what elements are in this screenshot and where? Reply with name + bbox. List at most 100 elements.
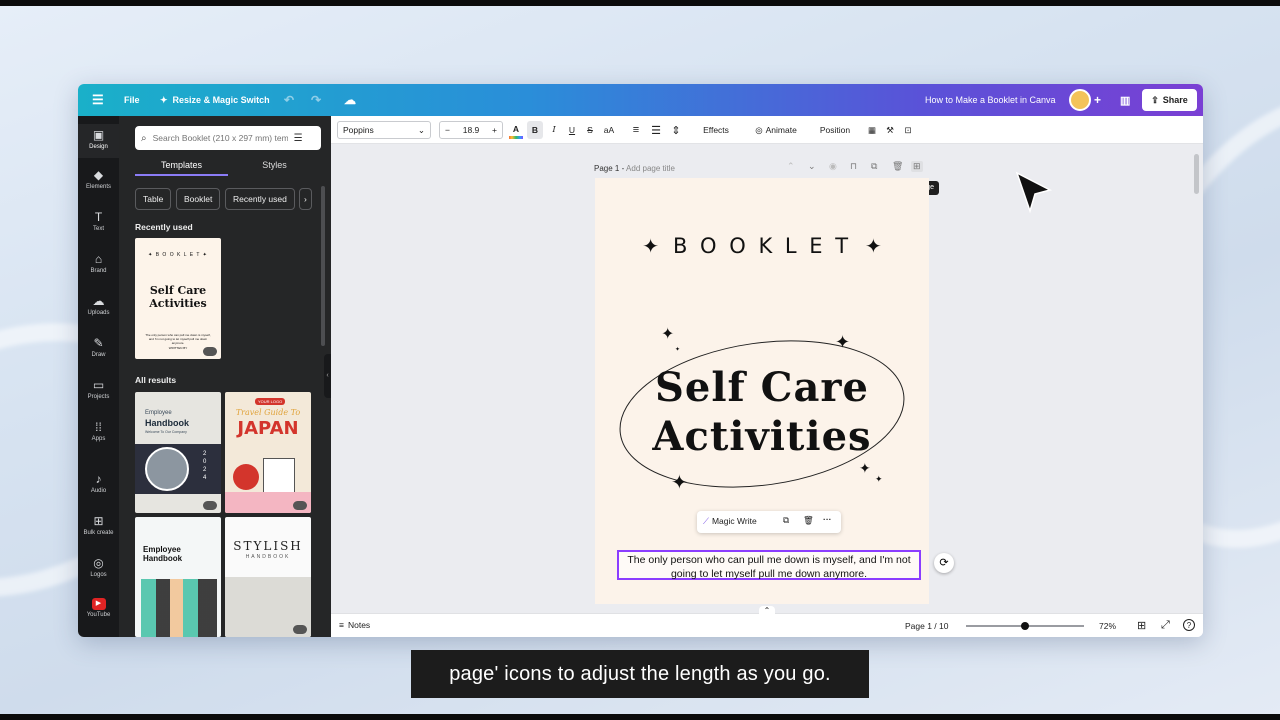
transparency-icon[interactable]: ▦ xyxy=(865,121,879,139)
list-icon[interactable]: ☰ xyxy=(649,121,663,139)
font-size-value[interactable]: 18.9 xyxy=(463,125,480,135)
template-stylish-handbook[interactable]: STYLISH HANDBOOK xyxy=(225,517,311,637)
template-employee-handbook-2[interactable]: Employee Handbook xyxy=(135,517,221,637)
rail-item-youtube[interactable]: ▶ YouTube xyxy=(78,598,119,618)
rail-item-bulk-create[interactable]: ⊞ Bulk create xyxy=(78,514,119,536)
delete-page-icon[interactable]: 🗑 xyxy=(892,161,903,172)
help-icon[interactable]: ? xyxy=(1183,619,1195,631)
italic-icon[interactable]: I xyxy=(547,121,561,139)
rail-item-draw[interactable]: ✎ Draw xyxy=(78,336,119,358)
t3-people xyxy=(141,579,217,637)
magic-write-button[interactable]: ⟋ Magic Write xyxy=(703,516,757,527)
rail-item-text[interactable]: T Text xyxy=(78,210,119,232)
strikethrough-icon[interactable]: S xyxy=(583,121,597,139)
rotate-handle-icon[interactable]: ⟳ xyxy=(934,553,954,573)
youtube-icon: ▶ xyxy=(91,598,106,610)
more-options-icon[interactable]: ··· xyxy=(823,514,832,524)
hide-page-icon[interactable]: ◉ xyxy=(829,161,837,172)
letter-case-icon[interactable]: aA xyxy=(601,121,617,139)
thumb-title-1: Self Care xyxy=(149,284,207,297)
rail-item-uploads[interactable]: ☁ Uploads xyxy=(78,294,119,316)
document-title[interactable]: How to Make a Booklet in Canva xyxy=(925,84,1056,116)
text-color-icon[interactable]: A xyxy=(509,121,523,139)
spacing-icon[interactable]: ⇕ xyxy=(669,121,683,139)
booklet-page[interactable]: ✦ B O O K L E T ✦ ✦ ✦ ✦ ✦ ✦ ✦ Self Care … xyxy=(595,178,929,604)
animate-button[interactable]: ◎ Animate xyxy=(749,121,803,139)
premium-crown-icon xyxy=(203,501,217,510)
share-button[interactable]: ⇪ Share xyxy=(1142,89,1197,111)
title-line-1[interactable]: Self Care xyxy=(595,364,929,411)
undo-icon[interactable]: ↶ xyxy=(284,84,294,116)
page-title-input[interactable]: Add page title xyxy=(626,164,675,173)
thumb-title-2: Activities xyxy=(149,297,207,310)
decrease-size-icon[interactable]: − xyxy=(445,125,450,135)
bold-icon[interactable]: B xyxy=(527,121,543,139)
delete-icon[interactable]: 🗑 xyxy=(803,515,814,526)
lock-icon[interactable]: ⊡ xyxy=(901,121,915,139)
rail-item-elements[interactable]: ◆ Elements xyxy=(78,168,119,190)
move-down-icon[interactable]: ⌄ xyxy=(808,161,816,172)
menu-icon[interactable]: ☰ xyxy=(92,84,104,116)
position-button[interactable]: Position xyxy=(813,121,857,139)
rail-label: Logos xyxy=(90,572,107,578)
rail-item-logos[interactable]: ◎ Logos xyxy=(78,556,119,578)
top-bar: ☰ File ✦ Resize & Magic Switch ↶ ↷ ☁ How… xyxy=(78,84,1203,116)
file-menu[interactable]: File xyxy=(124,84,140,116)
template-travel-japan[interactable]: YOUR LOGO Travel Guide To JAPAN xyxy=(225,392,311,513)
tab-styles[interactable]: Styles xyxy=(228,156,321,176)
expand-pages-icon[interactable]: ⌃ xyxy=(759,606,775,616)
resize-magic-switch-button[interactable]: ✦ Resize & Magic Switch xyxy=(160,84,270,116)
add-collaborator-icon[interactable]: + xyxy=(1094,84,1101,116)
panel-scrollbar[interactable] xyxy=(321,186,325,346)
chips-next-icon[interactable]: › xyxy=(299,188,312,210)
add-page-icon[interactable]: ⊞ xyxy=(911,161,923,172)
title-line-2[interactable]: Activities xyxy=(595,413,929,460)
canvas-scrollbar[interactable] xyxy=(1194,154,1199,194)
filter-icon[interactable]: ☰ xyxy=(294,133,303,144)
user-avatar[interactable] xyxy=(1069,89,1091,111)
template-search[interactable]: ⌕ ☰ xyxy=(135,126,321,150)
duplicate-icon[interactable]: ⧉ xyxy=(783,515,789,526)
redo-icon[interactable]: ↷ xyxy=(311,84,321,116)
booklet-heading-row: ✦ B O O K L E T ✦ xyxy=(595,232,929,260)
copy-style-icon[interactable]: ⚒ xyxy=(883,121,897,139)
editor-canvas: Poppins ⌄ − 18.9 + A B I U S aA ≡ ☰ ⇕ Ef… xyxy=(331,116,1203,637)
tab-templates[interactable]: Templates xyxy=(135,156,228,176)
zoom-slider-thumb[interactable] xyxy=(1021,622,1029,630)
page-count[interactable]: Page 1 / 10 xyxy=(905,621,948,631)
lock-page-icon[interactable]: ⊓ xyxy=(850,161,857,172)
underline-icon[interactable]: U xyxy=(565,121,579,139)
logos-icon: ◎ xyxy=(93,556,104,570)
grid-view-icon[interactable]: ⊞ xyxy=(1137,619,1146,632)
zoom-level[interactable]: 72% xyxy=(1099,621,1116,631)
move-up-icon[interactable]: ⌃ xyxy=(787,161,795,172)
analytics-icon[interactable]: ▥ xyxy=(1120,84,1130,116)
effects-button[interactable]: Effects xyxy=(695,121,737,139)
chip-table[interactable]: Table xyxy=(135,188,172,210)
rail-item-brand[interactable]: ⌂ Brand xyxy=(78,252,119,274)
template-employee-handbook-1[interactable]: Employee Handbook Welcome To Our Company… xyxy=(135,392,221,513)
increase-size-icon[interactable]: + xyxy=(492,125,497,135)
duplicate-page-icon[interactable]: ⧉ xyxy=(871,161,877,172)
font-size-stepper[interactable]: − 18.9 + xyxy=(439,121,503,139)
font-family-select[interactable]: Poppins ⌄ xyxy=(337,121,431,139)
collapse-panel-handle[interactable]: ‹ xyxy=(324,354,331,398)
rail-item-apps[interactable]: ⁞⁞ Apps xyxy=(78,420,119,442)
search-input[interactable] xyxy=(152,133,288,143)
canva-editor-window: ☰ File ✦ Resize & Magic Switch ↶ ↷ ☁ How… xyxy=(78,84,1203,637)
rail-item-design[interactable]: ▣ Design xyxy=(78,124,119,158)
selected-body-text[interactable]: The only person who can pull me down is … xyxy=(617,550,921,580)
notes-button[interactable]: ≡ Notes xyxy=(339,620,370,630)
zoom-slider[interactable] xyxy=(966,622,1084,630)
chip-booklet[interactable]: Booklet xyxy=(176,188,221,210)
notes-icon: ≡ xyxy=(339,620,344,630)
chip-recently-used[interactable]: Recently used xyxy=(225,188,295,210)
premium-crown-icon xyxy=(293,501,307,510)
text-icon: T xyxy=(94,210,103,224)
rail-item-projects[interactable]: ▭ Projects xyxy=(78,378,119,400)
align-center-icon[interactable]: ≡ xyxy=(629,121,643,139)
cloud-save-icon[interactable]: ☁ xyxy=(344,84,356,116)
rail-item-audio[interactable]: ♪ Audio xyxy=(78,472,119,494)
fullscreen-icon[interactable]: ⤢ xyxy=(1161,619,1170,632)
recent-template-thumb[interactable]: ✦ B O O K L E T ✦ Self Care Activities T… xyxy=(135,238,221,359)
